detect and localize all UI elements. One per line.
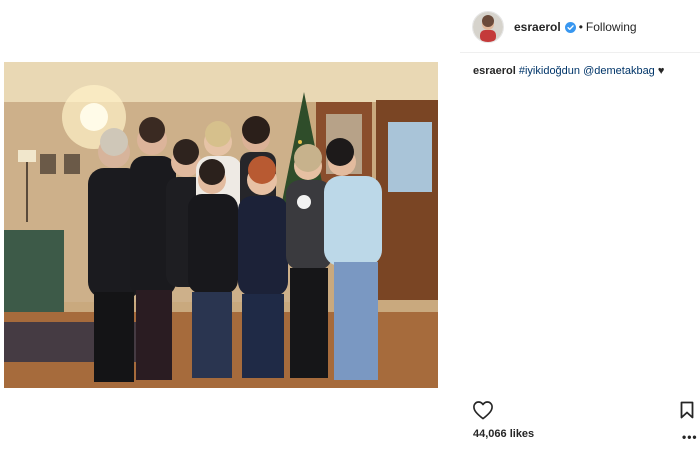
author-username[interactable]: esraerol xyxy=(514,20,561,34)
follow-status-button[interactable]: Following xyxy=(586,20,637,34)
caption-heart-emoji: ♥ xyxy=(657,65,665,77)
post-side-panel: esraerol • Following esraerol #iyikidoğd… xyxy=(460,0,700,449)
post-photo[interactable] xyxy=(4,62,438,388)
bookmark-icon[interactable] xyxy=(680,401,694,419)
heart-outline-icon[interactable] xyxy=(472,400,494,420)
post-caption: esraerol #iyikidoğdun @demetakbag ♥ xyxy=(473,64,693,78)
caption-hashtag-link[interactable]: #iyikidoğdun xyxy=(519,65,580,77)
header-divider xyxy=(460,52,700,53)
verified-badge-icon xyxy=(564,21,576,33)
author-avatar[interactable] xyxy=(472,11,504,43)
caption-mention-link[interactable]: @demetakbag xyxy=(583,65,655,77)
header-separator-dot: • xyxy=(578,20,583,34)
post-actions xyxy=(460,398,700,424)
photo-illustration xyxy=(4,62,438,388)
likes-count[interactable]: 44,066 likes xyxy=(473,428,534,440)
more-options-icon[interactable]: ••• xyxy=(682,430,698,444)
caption-username[interactable]: esraerol xyxy=(473,65,516,77)
post-header: esraerol • Following xyxy=(460,8,700,46)
